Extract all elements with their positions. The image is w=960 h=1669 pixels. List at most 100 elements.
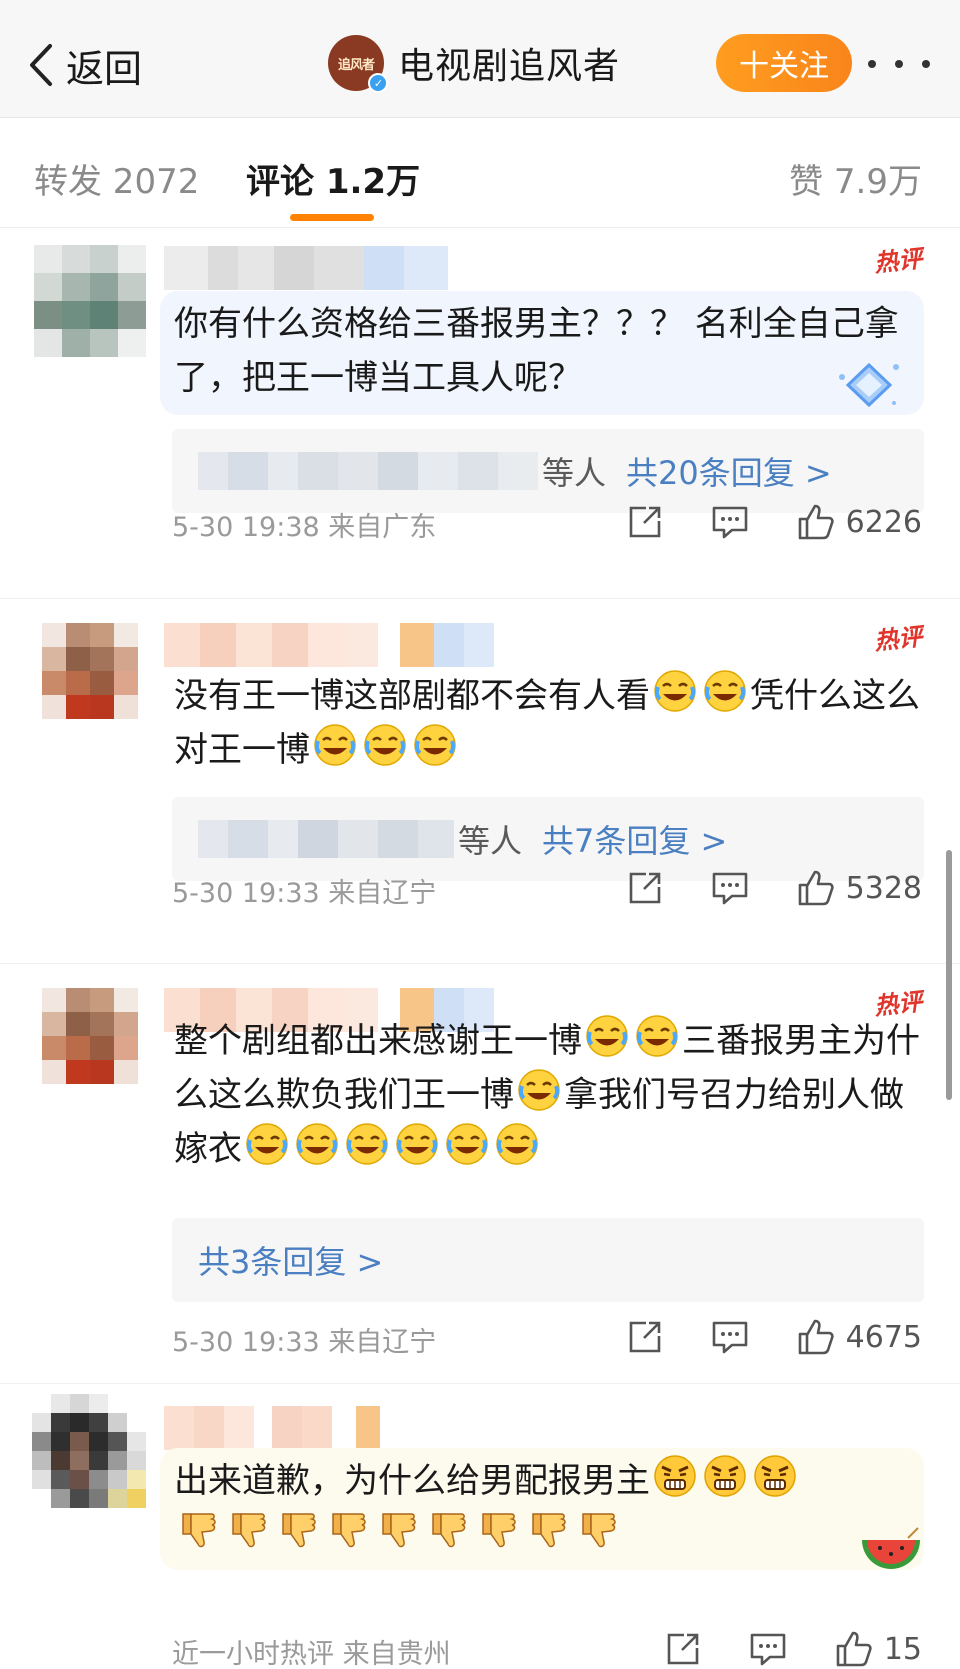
share-button[interactable] — [626, 869, 664, 907]
username-blurred[interactable] — [164, 1406, 380, 1450]
thumbs-up-icon — [798, 870, 834, 906]
back-label: 返回 — [66, 46, 143, 91]
comment-button[interactable] — [748, 1630, 788, 1668]
comment-actions: 5328 — [626, 863, 922, 913]
laugh-cry-emoji — [364, 724, 406, 766]
comment-actions: 15 — [664, 1624, 922, 1669]
account-logo-text: 追风者 — [337, 57, 375, 73]
like-button[interactable]: 4675 — [796, 1317, 922, 1357]
thumbs-down-emoji — [232, 1513, 266, 1548]
share-icon — [667, 1633, 699, 1665]
avatar[interactable] — [34, 245, 146, 357]
laugh-cry-emoji — [446, 1123, 488, 1165]
laugh-cry-emoji — [246, 1123, 288, 1165]
reply-count-link[interactable]: 共3条回复 > — [198, 1237, 383, 1283]
comment-meta: 5-30 19:33 来自辽宁 — [172, 878, 437, 909]
tab-like[interactable]: 赞 7.9万 — [789, 154, 922, 203]
laugh-cry-emoji — [396, 1123, 438, 1165]
account-header[interactable]: 追风者 ✓ 电视剧追风者 — [328, 34, 620, 93]
laugh-cry-emoji — [414, 724, 456, 766]
thumbs-down-emoji — [482, 1513, 516, 1548]
thumbs-down-emoji — [182, 1513, 216, 1548]
avatar[interactable] — [42, 988, 138, 1084]
reply-users-label: 等人 — [542, 454, 607, 492]
avatar[interactable] — [32, 1394, 146, 1508]
comment-text-part: 没有王一博这部剧都不会有人看 — [174, 676, 650, 716]
angry-emoji — [704, 1455, 746, 1497]
comment-button[interactable] — [710, 869, 750, 907]
username-blurred[interactable] — [164, 623, 494, 667]
laugh-cry-emoji — [636, 1015, 678, 1057]
tab-comment[interactable]: 评论 1.2万 — [246, 154, 420, 203]
comment-text: 没有王一博这部剧都不会有人看 凭什么这么对王一博 — [174, 669, 920, 777]
laugh-cry-emoji — [296, 1123, 338, 1165]
comment-meta: 5-30 19:33 来自辽宁 — [172, 1327, 437, 1358]
comment-button[interactable] — [710, 1318, 750, 1356]
comment-item: 热评 你有什么资格给三番报男主？？？ 名利全自己拿了，把王一博当工具人呢？ 等人… — [0, 229, 960, 599]
comment-meta: 5-30 19:38 来自广东 — [172, 512, 437, 543]
follow-button[interactable]: 十关注 — [716, 34, 852, 92]
thumbs-down-emoji — [332, 1513, 366, 1548]
account-avatar[interactable]: 追风者 ✓ — [328, 35, 388, 93]
tab-bar: 转发 2072 评论 1.2万 赞 7.9万 — [0, 118, 960, 228]
like-button[interactable]: 15 — [834, 1629, 922, 1669]
comment-item: 出来道歉，为什么给男配报男主 近一小时热评 来自贵州 15 — [0, 1384, 960, 1669]
comment-icon — [712, 1321, 747, 1354]
active-tab-indicator — [290, 214, 374, 221]
comment-actions: 4675 — [626, 1312, 922, 1362]
comment-icon — [712, 872, 747, 905]
scrollbar[interactable] — [946, 850, 952, 1100]
comment-item: 热评 整个剧组都出来感谢王一博 三番报男主为什么这么欺负我们王一博 拿我们号召力给别… — [0, 964, 960, 1384]
share-icon — [629, 1321, 660, 1353]
thumbs-down-emoji — [282, 1513, 316, 1548]
comment-meta: 近一小时热评 来自贵州 — [172, 1639, 451, 1669]
thumbs-down-emoji — [532, 1513, 566, 1548]
thumbs-down-emoji — [382, 1513, 416, 1548]
hot-comment-tag: 热评 — [872, 244, 924, 278]
thumbs-down-emoji — [582, 1513, 616, 1548]
like-count: 5328 — [845, 870, 922, 906]
comment-text: 整个剧组都出来感谢王一博 三番报男主为什么这么欺负我们王一博 拿我们号召力给别人做嫁… — [174, 1014, 920, 1176]
share-button[interactable] — [626, 1318, 664, 1356]
thumbs-up-icon — [798, 1319, 834, 1355]
account-name[interactable]: 电视剧追风者 — [398, 37, 620, 89]
comment-icon — [750, 1633, 786, 1666]
laugh-cry-emoji — [314, 724, 356, 766]
comment-text: 你有什么资格给三番报男主？？？ 名利全自己拿了，把王一博当工具人呢？ — [174, 304, 899, 398]
laugh-cry-emoji — [704, 670, 746, 712]
more-dots-icon[interactable] — [868, 52, 930, 76]
comment-text-part: 整个剧组都出来感谢王一博 — [174, 1021, 582, 1061]
reply-preview[interactable]: 共3条回复 > — [172, 1218, 924, 1302]
like-count: 4675 — [845, 1319, 922, 1355]
comment-text-part: 出来道歉，为什么给男配报男主 — [174, 1461, 650, 1501]
laugh-cry-emoji — [586, 1015, 628, 1057]
share-icon — [629, 506, 660, 538]
share-button[interactable] — [664, 1630, 702, 1668]
avatar[interactable] — [42, 623, 138, 719]
comment-button[interactable] — [710, 503, 750, 541]
like-button[interactable]: 5328 — [796, 868, 922, 908]
reply-count-link[interactable]: 共7条回复 > — [542, 816, 727, 862]
back-button[interactable]: 返回 — [26, 38, 142, 92]
comment-item: 热评 没有王一博这部剧都不会有人看 凭什么这么对王一博 等人 共7条回复 > 5-… — [0, 599, 960, 964]
like-count: 15 — [883, 1631, 922, 1667]
comment-text: 出来道歉，为什么给男配报男主 — [174, 1454, 920, 1562]
tab-repost[interactable]: 转发 2072 — [34, 154, 199, 203]
laugh-cry-emoji — [518, 1069, 560, 1111]
laugh-cry-emoji — [346, 1123, 388, 1165]
laugh-cry-emoji — [654, 670, 696, 712]
verified-badge-icon: ✓ — [368, 73, 388, 93]
share-button[interactable] — [626, 503, 664, 541]
top-navigation-bar: 返回 追风者 ✓ 电视剧追风者 十关注 — [0, 0, 960, 118]
watermelon-icon — [862, 1527, 920, 1569]
reply-users-label: 等人 — [458, 822, 523, 860]
thumbs-down-emoji — [432, 1513, 466, 1548]
chevron-left-icon — [30, 44, 52, 86]
username-blurred[interactable] — [164, 246, 448, 290]
angry-emoji — [754, 1455, 796, 1497]
like-count: 6226 — [845, 504, 922, 540]
comment-icon — [712, 506, 747, 539]
reply-count-link[interactable]: 共20条回复 > — [626, 448, 832, 494]
share-icon — [629, 872, 660, 904]
like-button[interactable]: 6226 — [796, 502, 922, 542]
